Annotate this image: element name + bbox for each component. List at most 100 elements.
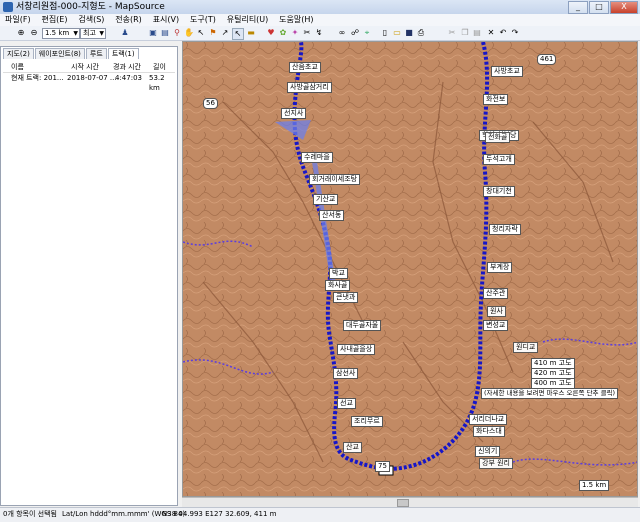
maximize-button[interactable]: □ xyxy=(589,1,609,14)
binoculars-icon[interactable]: ∞ xyxy=(337,28,347,38)
map-label[interactable]: 전화골 xyxy=(485,132,511,143)
hand-icon[interactable]: ✋ xyxy=(184,28,194,38)
title-bar: 서창리원점-000-지형도 - MapSource _ □ X xyxy=(0,0,640,15)
map-label[interactable]: 강부 원리 xyxy=(479,458,513,469)
scroll-thumb[interactable] xyxy=(397,499,409,507)
tab-waypoints[interactable]: 웨이포인트(8) xyxy=(34,48,85,59)
map-label[interactable]: 청리자락 xyxy=(489,224,521,235)
track-name: 현재 트랙: 201... xyxy=(11,74,64,82)
detail-select[interactable]: 최고 ▼ xyxy=(80,28,106,39)
zoom-out-icon[interactable]: ⊖ xyxy=(29,28,39,38)
redo-icon[interactable]: ↷ xyxy=(510,28,520,38)
open-folder-icon[interactable]: ▭ xyxy=(392,28,402,38)
track-row[interactable]: 현재 트랙: 201... 2018-07-07 ... 4:47:03 53.… xyxy=(3,73,175,92)
map-label[interactable]: 수레마을 xyxy=(301,152,333,163)
menu-utility[interactable]: 유틸리티(U) xyxy=(224,14,272,26)
map-label[interactable]: 사방초교 xyxy=(491,66,523,77)
new-file-icon[interactable]: ▯ xyxy=(380,28,390,38)
map-label[interactable]: 선지사 xyxy=(281,108,307,119)
track-elapsed: 4:47:03 xyxy=(115,74,142,82)
track-length: 53.2 km xyxy=(149,74,165,92)
status-coords: N38 04.993 E127 32.609, 411 m xyxy=(162,510,277,518)
col-name[interactable]: 이름 xyxy=(11,62,24,72)
status-selection: 0개 항목이 선택됨 xyxy=(3,510,57,518)
paste-icon[interactable]: ▤ xyxy=(472,28,482,38)
map-label[interactable]: 사내골을상 xyxy=(337,344,376,355)
map-label[interactable]: 산음초교 xyxy=(289,62,321,73)
map-label[interactable]: 큰냇과 xyxy=(333,292,359,303)
col-length[interactable]: 길이 xyxy=(153,62,166,72)
map-label[interactable]: 대두골자울 xyxy=(343,320,382,331)
map-label[interactable]: 신의기 xyxy=(475,446,501,457)
map-tool5-icon[interactable]: ↯ xyxy=(314,28,324,38)
map-label[interactable]: 원디교 xyxy=(513,342,539,353)
map-label[interactable]: 원사 xyxy=(487,306,506,317)
menu-search[interactable]: 검색(S) xyxy=(75,14,107,26)
cut-icon[interactable]: ✂ xyxy=(447,28,457,38)
col-elapsed[interactable]: 경과 시간 xyxy=(113,62,141,72)
print-icon[interactable]: ⎙ xyxy=(416,28,426,38)
menu-help[interactable]: 도움말(H) xyxy=(276,14,316,26)
delete-icon[interactable]: ✕ xyxy=(486,28,496,38)
map-label[interactable]: 산서동 xyxy=(319,210,345,221)
data-tabs: 지도(2) 웨이포인트(8) 루트 트랙(1) xyxy=(3,48,140,59)
map-label[interactable]: 화다스대 xyxy=(473,426,505,437)
undo-icon[interactable]: ↶ xyxy=(498,28,508,38)
find-icon[interactable]: ☍ xyxy=(350,28,360,38)
map-label[interactable]: 화전보 xyxy=(483,94,509,105)
route-marker: 461 xyxy=(537,54,557,65)
map-label[interactable]: 박교 xyxy=(329,268,348,279)
map-label[interactable]: 산주관 xyxy=(483,288,509,299)
users-icon[interactable]: ♟ xyxy=(120,28,130,38)
menu-bar: 파일(F) 편집(E) 검색(S) 전송(R) 표시(V) 도구(T) 유틸리티… xyxy=(0,14,640,26)
route-tool-icon[interactable]: ↗ xyxy=(220,28,230,38)
map-label[interactable]: 삼선사 xyxy=(333,368,359,379)
zoom-in-icon[interactable]: ⊕ xyxy=(16,28,26,38)
find-place-icon[interactable]: ⌖ xyxy=(362,28,372,38)
map-label[interactable]: 조리무르 xyxy=(351,416,383,427)
window-title: 서창리원점-000-지형도 - MapSource xyxy=(16,2,165,12)
waypoint-tool-icon[interactable]: ⚑ xyxy=(208,28,218,38)
map-label[interactable]: 회거래이세조탕 xyxy=(309,174,361,185)
copy-icon[interactable]: ❐ xyxy=(460,28,470,38)
status-bar: 0개 항목이 선택됨 Lat/Lon hddd°mm.mmm' (WGS 84)… xyxy=(0,507,640,522)
horizontal-scrollbar[interactable] xyxy=(182,497,638,507)
menu-view[interactable]: 표시(V) xyxy=(150,14,182,26)
map-label[interactable]: 두석고개 xyxy=(483,154,515,165)
map-tool3-icon[interactable]: ✦ xyxy=(290,28,300,38)
map-canvas xyxy=(183,42,637,496)
zoom-tool-icon[interactable]: ⚲ xyxy=(172,28,182,38)
device-icon[interactable]: ▣ xyxy=(148,28,158,38)
map-tool1-icon[interactable]: ♥ xyxy=(266,28,276,38)
device2-icon[interactable]: ▤ xyxy=(160,28,170,38)
map-label[interactable]: 부계장 xyxy=(487,262,513,273)
map-label[interactable]: 변성교 xyxy=(483,320,509,331)
close-button[interactable]: X xyxy=(610,1,638,14)
menu-file[interactable]: 파일(F) xyxy=(2,14,34,26)
menu-transfer[interactable]: 전송(R) xyxy=(112,14,145,26)
pointer-icon[interactable]: ↖ xyxy=(196,28,206,38)
map-tool4-icon[interactable]: ✂ xyxy=(302,28,312,38)
map-label[interactable]: 서리더나교 xyxy=(469,414,508,425)
map-label[interactable]: 산교 xyxy=(343,442,362,453)
tab-tracks[interactable]: 트랙(1) xyxy=(107,48,139,59)
map-label[interactable]: 창대기천 xyxy=(483,186,515,197)
route-marker: 56 xyxy=(203,98,218,109)
map-label[interactable]: 선교 xyxy=(337,398,356,409)
minimize-button[interactable]: _ xyxy=(568,1,588,14)
col-start-time[interactable]: 시작 시간 xyxy=(71,62,99,72)
menu-edit[interactable]: 편집(E) xyxy=(38,14,70,26)
map-label[interactable]: 기산교 xyxy=(313,194,339,205)
save-icon[interactable]: ■ xyxy=(404,28,414,38)
measure-icon[interactable]: ▬ xyxy=(246,28,256,38)
map-view[interactable]: 산음초교 사방골삼거리 선지사 사방초교 화전보 학성 청봉당 전화골 두석고개… xyxy=(182,41,638,497)
map-tool2-icon[interactable]: ✿ xyxy=(278,28,288,38)
map-label[interactable]: 사방골삼거리 xyxy=(287,82,332,93)
menu-tools[interactable]: 도구(T) xyxy=(187,14,219,26)
map-label[interactable]: 화사골 xyxy=(325,280,351,291)
left-panel xyxy=(0,46,178,506)
select-arrow-icon[interactable]: ↖ xyxy=(232,28,244,40)
tab-routes[interactable]: 루트 xyxy=(85,48,107,59)
scale-select[interactable]: 1.5 km ▼ xyxy=(42,28,80,39)
tab-maps[interactable]: 지도(2) xyxy=(3,48,34,59)
